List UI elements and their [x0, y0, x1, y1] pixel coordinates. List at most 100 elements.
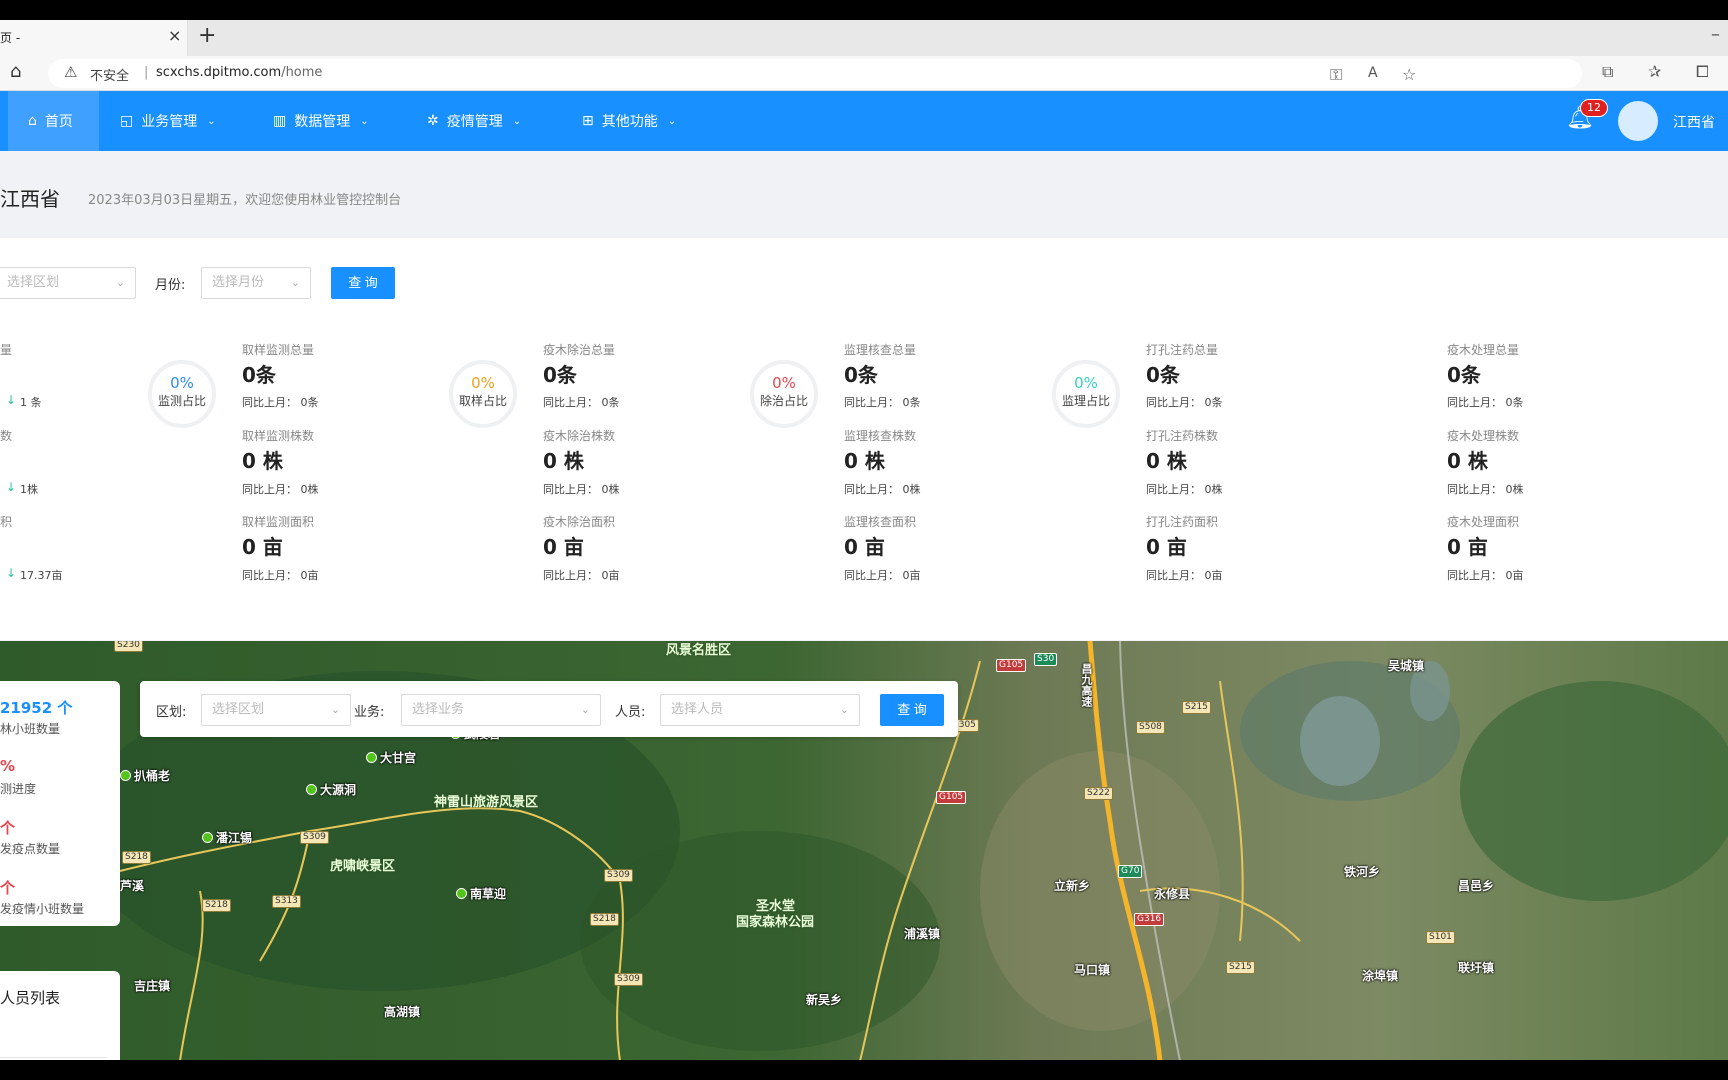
stat-label: 取样监测面积 — [242, 515, 315, 529]
stat-label: 疫木处理株数 — [1447, 429, 1520, 443]
collections-icon[interactable]: ⧠ — [1696, 62, 1709, 82]
top-nav: ⌂ 首页 ◱ 业务管理 ⌄ ▥ 数据管理 ⌄ ✲ 疫情管理 ⌄ ⊞ 其他功能 ⌄… — [0, 91, 1728, 151]
new-tab-icon[interactable]: + — [198, 23, 216, 48]
arrow-down-icon: ↓ — [6, 393, 17, 407]
stat-compare: 17.37亩 — [20, 569, 63, 582]
map-poi[interactable]: 大源洞 — [306, 781, 356, 798]
town-label: 联圩镇 — [1458, 961, 1495, 975]
stat-value: 0条 — [844, 363, 878, 387]
query-button[interactable]: 查 询 — [331, 267, 395, 299]
stat-value: 0条 — [1146, 363, 1180, 387]
nav-other[interactable]: ⊞ 其他功能 ⌄ — [582, 91, 676, 151]
month-select[interactable]: 选择月份 ⌄ — [201, 267, 311, 299]
ring-percent: 0% — [471, 374, 495, 392]
stat-value: 0 株 — [1146, 449, 1187, 473]
tab-title: 页 - — [0, 31, 21, 45]
poi-label: 南草迎 — [470, 887, 507, 901]
map-query-button[interactable]: 查 询 — [880, 694, 944, 726]
page-title: 江西省 — [0, 187, 60, 211]
stats-panel: 选择区划 ⌄ 月份: 选择月份 ⌄ 查 询 量 ↓ 1 条 数 ↓ 1株 积 ↓… — [0, 238, 1728, 640]
town-label: 立新乡 — [1054, 879, 1091, 893]
stat-compare: 同比上月： 0株 — [543, 483, 620, 496]
stat-label: 监理核查总量 — [844, 343, 917, 357]
key-icon[interactable]: ⚿ — [1330, 65, 1342, 85]
map-poi[interactable]: 潘江锡 — [202, 829, 252, 846]
stat-label: 取样监测株数 — [242, 429, 315, 443]
chevron-down-icon: ⌄ — [839, 703, 849, 716]
browser-tab[interactable]: 页 - × — [0, 20, 188, 56]
map-area-label: 神雷山旅游风景区 — [434, 795, 539, 810]
stat-compare: 同比上月： 0株 — [242, 483, 319, 496]
town-label: 高湖镇 — [384, 1005, 421, 1019]
notification-badge: 12 — [1580, 99, 1608, 117]
map-pin-icon — [202, 832, 213, 843]
stat-compare: 同比上月： 0条 — [242, 396, 319, 409]
stat-compare: 同比上月： 0条 — [543, 396, 620, 409]
stat-compare: 1株 — [20, 483, 38, 496]
map-person-select[interactable]: 选择人员 ⌄ — [660, 694, 860, 726]
stat-value: 0 亩 — [543, 535, 584, 559]
road-tag: S215 — [1226, 961, 1255, 974]
ring-label: 除治占比 — [759, 394, 808, 408]
page-subtitle: 2023年03月03日星期五，欢迎您使用林业管控控制台 — [88, 193, 402, 208]
map-region-select[interactable]: 选择区划 ⌄ — [201, 694, 351, 726]
favorite-add-icon[interactable]: ☆ — [1402, 65, 1416, 84]
map-person-label: 人员: — [615, 705, 646, 720]
home-icon[interactable]: ⌂ — [10, 61, 21, 82]
user-name[interactable]: 江西省 — [1673, 112, 1715, 132]
town-label: 涂埠镇 — [1362, 969, 1399, 983]
divider — [0, 1057, 106, 1058]
stat-compare: 同比上月： 0亩 — [242, 569, 319, 582]
stat-compare: 同比上月： 0株 — [1146, 483, 1223, 496]
side-stat-label: 发疫点数量 — [0, 842, 61, 856]
road-tag: G105 — [936, 791, 967, 804]
tab-close-icon[interactable]: × — [168, 26, 181, 45]
nav-business[interactable]: ◱ 业务管理 ⌄ — [120, 91, 216, 151]
stat-label: 取样监测总量 — [242, 343, 315, 357]
chevron-down-icon: ⌄ — [512, 115, 522, 127]
road-tag: S218 — [590, 913, 619, 926]
stat-label: 疫木处理面积 — [1447, 515, 1520, 529]
warning-icon: ⚠ — [64, 63, 78, 81]
stat-compare: 同比上月： 0亩 — [844, 569, 921, 582]
nav-label: 业务管理 — [141, 114, 198, 130]
favorites-icon[interactable]: ✰ — [1648, 62, 1661, 81]
stat-value: 0 株 — [242, 449, 283, 473]
stat-label: 疫木处理总量 — [1447, 343, 1520, 357]
minimize-icon[interactable]: – — [1711, 24, 1720, 45]
poi-label: 扒桶老 — [134, 769, 171, 783]
map-area-label: 国家森林公园 — [736, 915, 815, 930]
browser-tab-bar: 页 - × + – — [0, 20, 1728, 56]
region-select[interactable]: 选择区划 ⌄ — [0, 267, 136, 299]
nav-data[interactable]: ▥ 数据管理 ⌄ — [273, 91, 369, 151]
map-poi[interactable]: 大甘宫 — [366, 749, 416, 766]
stat-value: 0条 — [1447, 363, 1481, 387]
page-header: 江西省 2023年03月03日星期五，欢迎您使用林业管控控制台 — [0, 151, 1728, 238]
insecure-label: 不安全 — [90, 69, 130, 84]
stat-compare: 同比上月： 0亩 — [1447, 569, 1524, 582]
road-tag: S218 — [202, 899, 231, 912]
nav-epidemic[interactable]: ✲ 疫情管理 ⌄ — [427, 91, 521, 151]
map-pin-icon — [366, 752, 377, 763]
side-stat-value: 个 — [0, 879, 16, 897]
extensions-icon[interactable]: ⧉ — [1602, 62, 1613, 82]
satellite-map[interactable]: S230 G105 S30 S305 S215 S508 G105 S222 S… — [0, 641, 1728, 1060]
side-stat-label: 发疫情小班数量 — [0, 902, 85, 916]
map-business-select[interactable]: 选择业务 ⌄ — [401, 694, 601, 726]
stat-value: 0 亩 — [1146, 535, 1187, 559]
stat-compare: 1 条 — [20, 396, 42, 409]
side-stat-label: 林小班数量 — [0, 722, 61, 736]
map-poi[interactable]: 南草迎 — [456, 885, 506, 902]
stat-compare: 同比上月： 0条 — [844, 396, 921, 409]
url-field[interactable]: ⚠ 不安全 | scxchs.dpitmo.com/home ⚿ A ☆ — [48, 59, 1582, 88]
map-region-placeholder: 选择区划 — [212, 702, 265, 717]
ring-percent: 0% — [1074, 374, 1098, 392]
read-aloud-icon[interactable]: A — [1368, 65, 1378, 81]
nav-home[interactable]: ⌂ 首页 — [8, 91, 99, 151]
chevron-down-icon: ⌄ — [290, 276, 300, 289]
avatar[interactable] — [1618, 101, 1658, 141]
stat-label: 监理核查株数 — [844, 429, 917, 443]
month-select-placeholder: 选择月份 — [212, 275, 265, 290]
arrow-down-icon: ↓ — [6, 480, 17, 494]
map-poi[interactable]: 扒桶老 — [120, 767, 170, 784]
